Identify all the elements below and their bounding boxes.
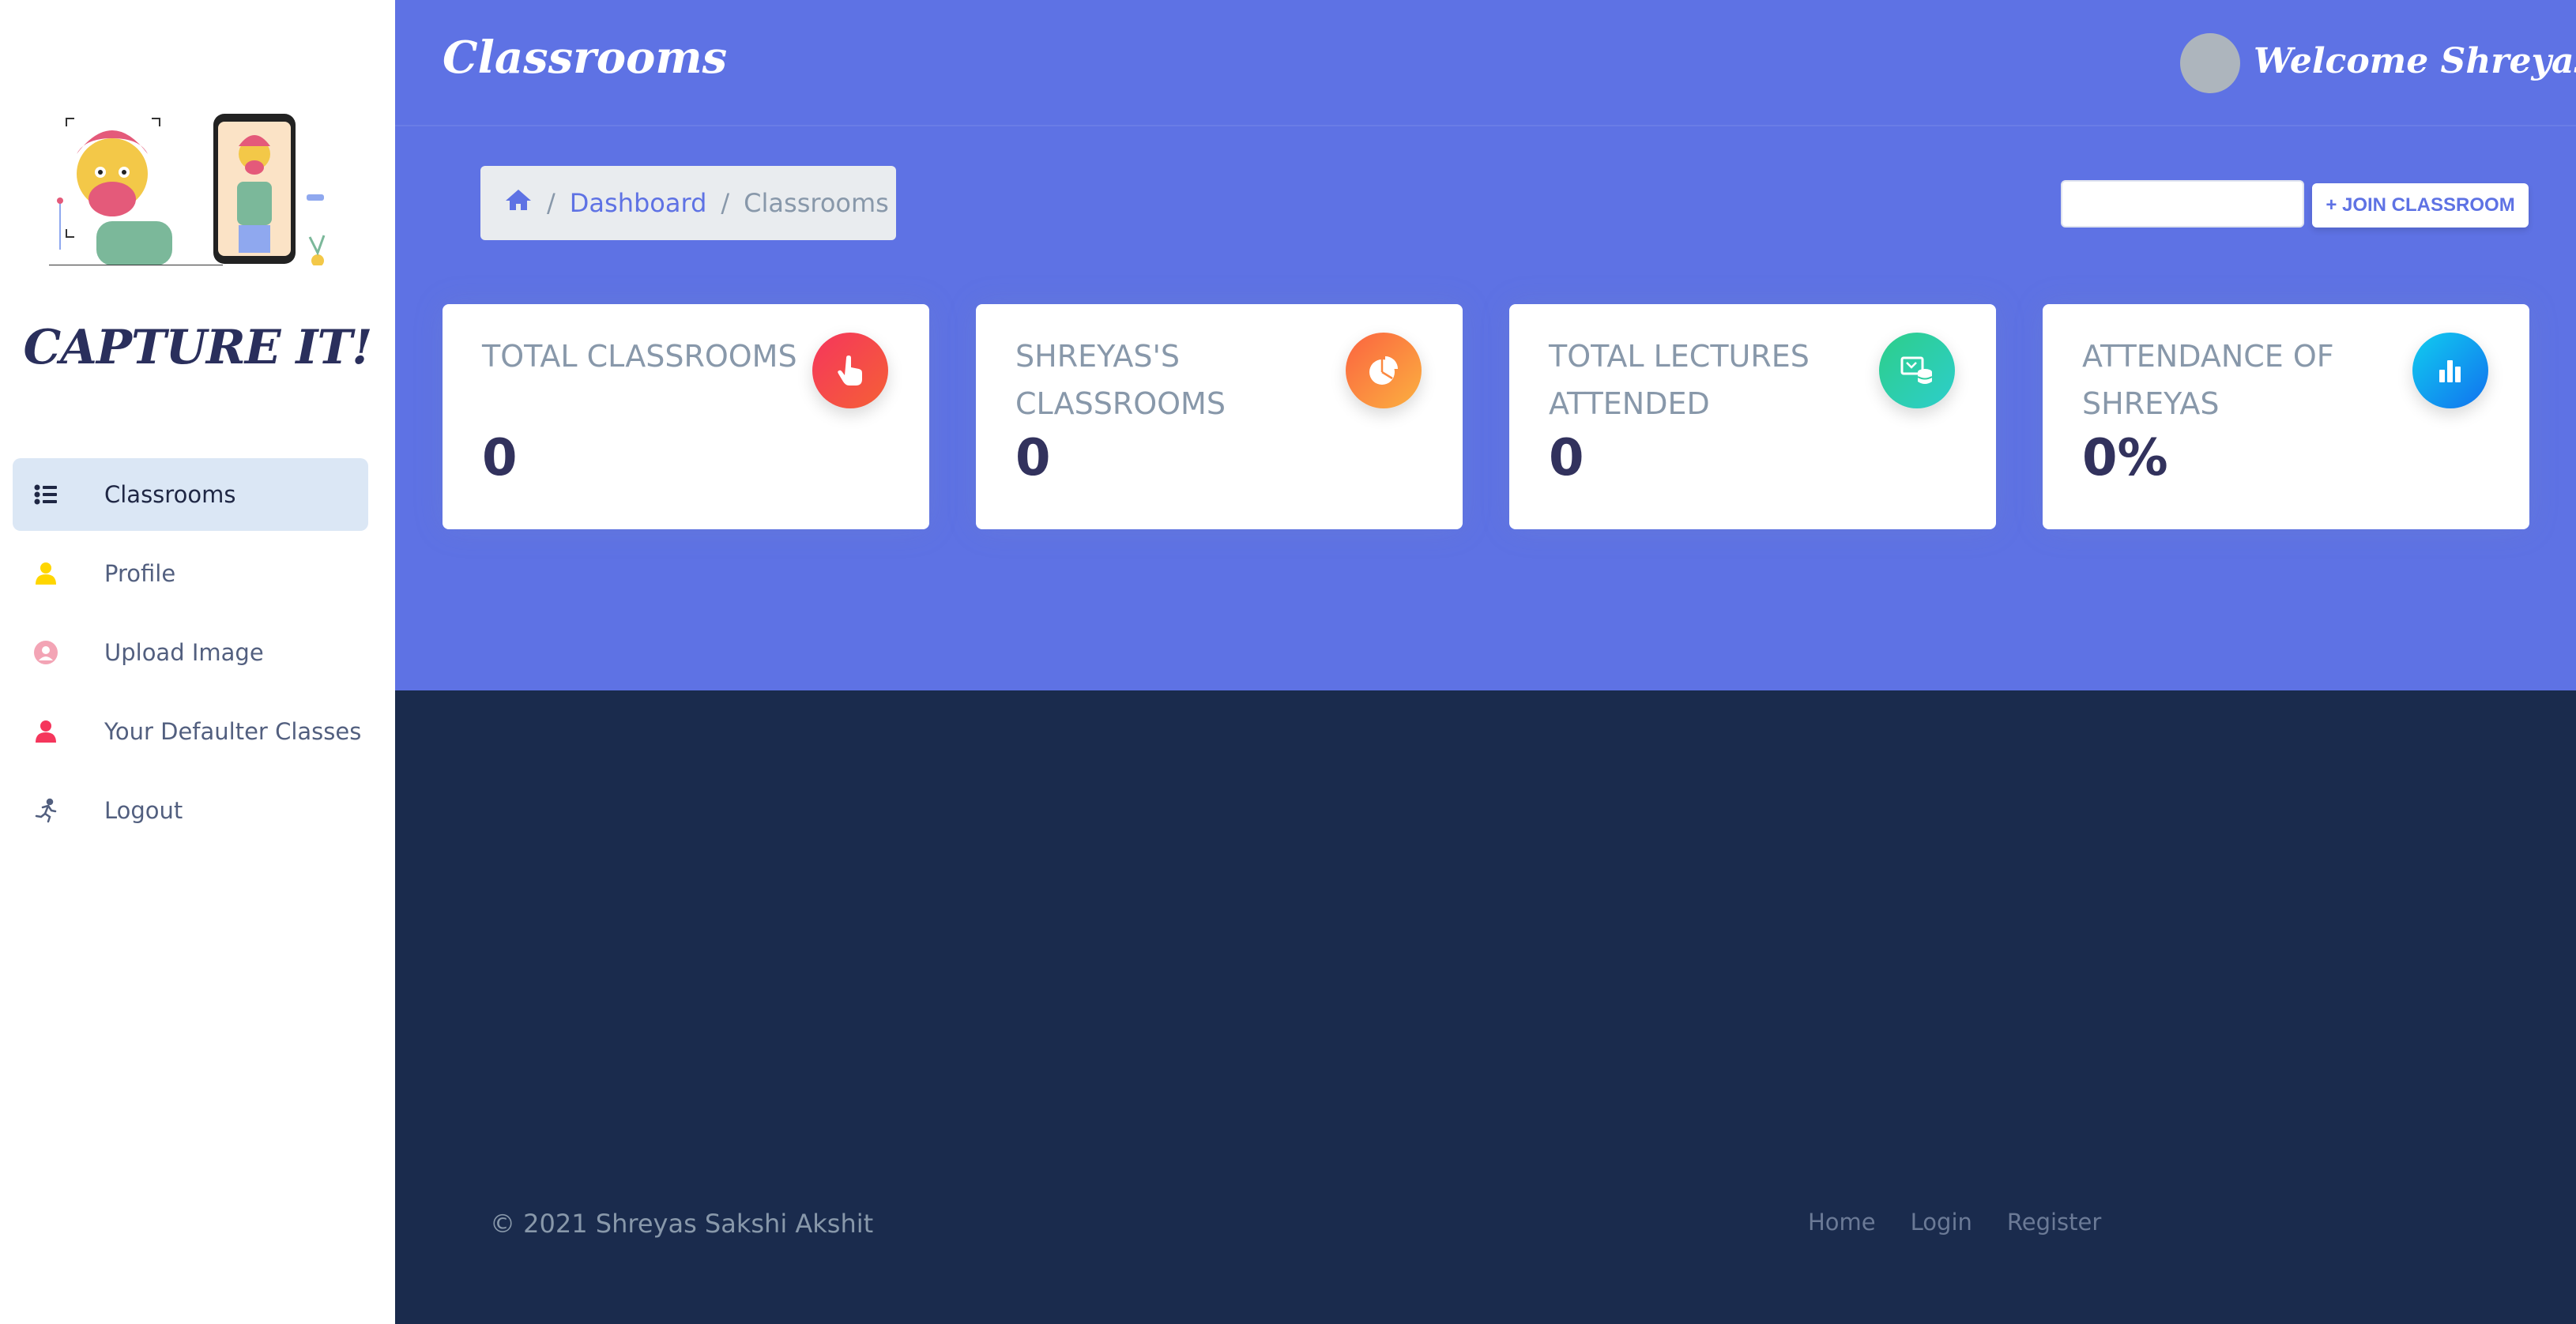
footer-link-login[interactable]: Login bbox=[1911, 1209, 1972, 1236]
join-classroom-button[interactable]: + JOIN CLASSROOM bbox=[2312, 183, 2529, 228]
avatar[interactable] bbox=[2180, 33, 2240, 93]
class-code-input[interactable] bbox=[2061, 180, 2304, 228]
footer-links: Home Login Register bbox=[1808, 1209, 2101, 1236]
sidebar-item-defaulter-classes[interactable]: Your Defaulter Classes bbox=[13, 695, 368, 768]
database-monitor-icon bbox=[1879, 333, 1955, 408]
sidebar-item-label: Upload Image bbox=[104, 639, 264, 666]
sidebar-item-classrooms[interactable]: Classrooms bbox=[13, 458, 368, 531]
breadcrumb-separator: / bbox=[547, 188, 555, 218]
sidebar-item-profile[interactable]: Profile bbox=[13, 537, 368, 610]
card-title: TOTAL LECTURES ATTENDED bbox=[1549, 339, 1810, 421]
page-title: Classrooms bbox=[443, 32, 728, 84]
bar-chart-icon bbox=[2412, 333, 2488, 408]
copyright-text: © 2021 Shreyas Sakshi Akshit bbox=[490, 1209, 874, 1239]
stat-card-my-classrooms: SHREYAS'S CLASSROOMS 0 bbox=[976, 304, 1463, 529]
sidebar-item-label: Classrooms bbox=[104, 481, 236, 508]
footer: © 2021 Shreyas Sakshi Akshit Home Login … bbox=[395, 690, 2576, 1324]
user-alert-icon bbox=[24, 720, 68, 743]
breadcrumb-separator: / bbox=[721, 188, 730, 218]
sidebar-item-label: Profile bbox=[104, 560, 176, 587]
stat-card-lectures-attended: TOTAL LECTURES ATTENDED 0 bbox=[1509, 304, 1996, 529]
card-title: ATTENDANCE OF SHREYAS bbox=[2082, 339, 2334, 421]
footer-link-home[interactable]: Home bbox=[1808, 1209, 1876, 1236]
face-icon bbox=[24, 640, 68, 665]
sidebar-item-label: Your Defaulter Classes bbox=[104, 718, 362, 745]
user-icon bbox=[24, 562, 68, 585]
header-hero: Classrooms Welcome Shreyas / Dashboard /… bbox=[395, 0, 2576, 690]
sidebar-item-label: Logout bbox=[104, 797, 183, 824]
top-navbar: Classrooms Welcome Shreyas bbox=[395, 0, 2576, 126]
card-value: 0 bbox=[1015, 429, 1051, 487]
pie-chart-icon bbox=[1346, 333, 1422, 408]
sidebar-item-logout[interactable]: Logout bbox=[13, 774, 368, 847]
home-icon[interactable] bbox=[504, 188, 533, 218]
sidebar: CAPTURE IT! Classrooms Profile Upload Im… bbox=[0, 0, 395, 1324]
running-icon bbox=[24, 798, 68, 823]
card-title: TOTAL CLASSROOMS bbox=[482, 339, 797, 374]
card-value: 0 bbox=[482, 429, 518, 487]
stat-card-attendance: ATTENDANCE OF SHREYAS 0% bbox=[2043, 304, 2529, 529]
card-value: 0% bbox=[2082, 429, 2168, 487]
card-value: 0 bbox=[1549, 429, 1584, 487]
card-title: SHREYAS'S CLASSROOMS bbox=[1015, 339, 1226, 421]
face-recognition-illustration bbox=[49, 114, 326, 265]
breadcrumb-dashboard-link[interactable]: Dashboard bbox=[570, 188, 707, 218]
stat-card-total-classrooms: TOTAL CLASSROOMS 0 bbox=[443, 304, 929, 529]
hand-pointer-icon bbox=[812, 333, 888, 408]
brand-logo-text: CAPTURE IT! bbox=[23, 320, 373, 375]
list-icon bbox=[24, 484, 68, 505]
sidebar-nav: Classrooms Profile Upload Image Your Def… bbox=[13, 458, 368, 853]
breadcrumb-current: Classrooms bbox=[744, 188, 889, 218]
sidebar-item-upload-image[interactable]: Upload Image bbox=[13, 616, 368, 689]
welcome-text[interactable]: Welcome Shreyas bbox=[2254, 41, 2576, 81]
breadcrumb: / Dashboard / Classrooms bbox=[480, 166, 896, 240]
footer-link-register[interactable]: Register bbox=[2007, 1209, 2101, 1236]
